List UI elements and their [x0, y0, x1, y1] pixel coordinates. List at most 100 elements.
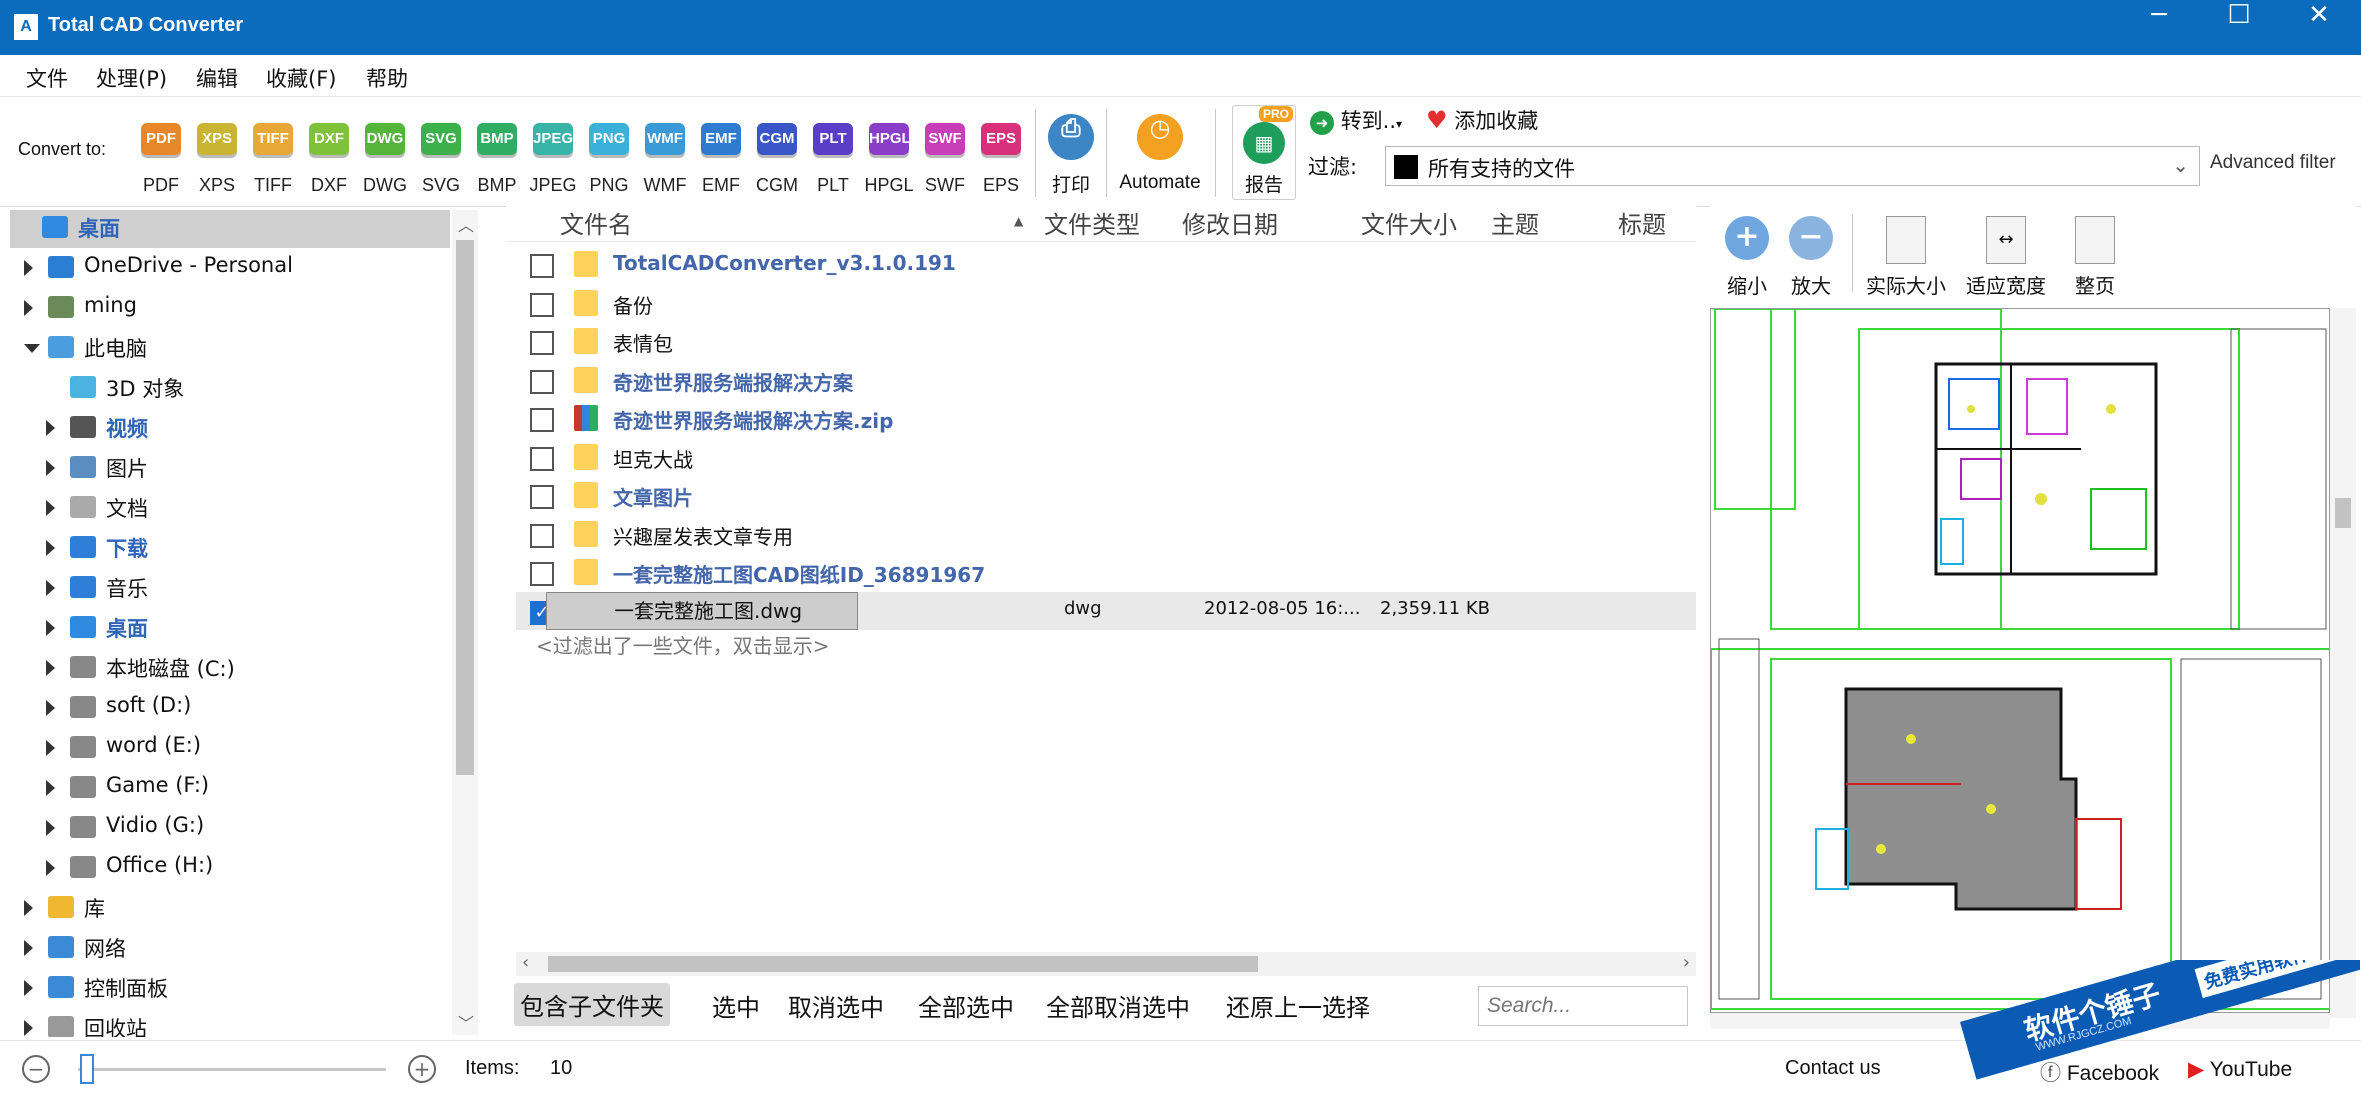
- convert-pdf-button[interactable]: PDF PDF: [135, 123, 187, 196]
- close-button[interactable]: ✕: [2280, 0, 2358, 55]
- tree-item[interactable]: 图片: [10, 450, 450, 488]
- deselect-all-button[interactable]: 全部取消选中: [1046, 988, 1190, 1023]
- convert-dwg-button[interactable]: DWG DWG: [359, 123, 411, 196]
- column-type[interactable]: 文件类型: [1044, 205, 1140, 240]
- file-row[interactable]: 奇迹世界服务端报解决方案.zip: [516, 399, 1696, 437]
- row-checkbox[interactable]: [530, 408, 554, 432]
- chevron-right-icon[interactable]: [24, 900, 33, 916]
- print-button[interactable]: ⎙ 打印: [1040, 114, 1102, 197]
- tree-item[interactable]: 库: [10, 890, 450, 928]
- tree-item[interactable]: 网络: [10, 930, 450, 968]
- whole-page-button[interactable]: 整页: [2060, 210, 2130, 299]
- menu-edit[interactable]: 编辑: [196, 63, 238, 93]
- row-checkbox[interactable]: [530, 523, 554, 548]
- goto-button[interactable]: ➜ 转到..▾: [1310, 105, 1402, 135]
- report-button[interactable]: PRO ▦ 报告: [1232, 105, 1296, 200]
- tree-item[interactable]: 下载: [10, 530, 450, 568]
- search-input[interactable]: Search...: [1478, 986, 1688, 1026]
- chevron-right-icon[interactable]: [46, 860, 55, 876]
- tree-item[interactable]: 桌面: [10, 610, 450, 648]
- tree-item[interactable]: Office (H:): [10, 850, 450, 888]
- file-row[interactable]: 坦克大战: [516, 438, 1696, 476]
- file-row[interactable]: 一套完整施工图CAD图纸ID_36891967: [516, 553, 1696, 591]
- tree-item[interactable]: ming: [10, 290, 450, 328]
- chevron-right-icon[interactable]: [46, 820, 55, 836]
- scroll-left-icon[interactable]: ‹: [522, 952, 529, 973]
- tree-item[interactable]: word (E:): [10, 730, 450, 768]
- zoom-minus-icon[interactable]: −: [22, 1055, 50, 1083]
- select-all-button[interactable]: 全部选中: [918, 988, 1014, 1023]
- select-button[interactable]: 选中: [712, 988, 760, 1023]
- convert-eps-button[interactable]: EPS EPS: [975, 123, 1027, 196]
- chevron-right-icon[interactable]: [46, 620, 55, 636]
- chevron-right-icon[interactable]: [46, 740, 55, 756]
- row-checkbox[interactable]: [530, 292, 554, 317]
- filter-dropdown[interactable]: 所有支持的文件 ⌄: [1385, 146, 2200, 186]
- file-row[interactable]: TotalCADConverter_v3.1.0.191: [516, 245, 1696, 283]
- convert-svg-button[interactable]: SVG SVG: [415, 123, 467, 196]
- convert-png-button[interactable]: PNG PNG: [583, 123, 635, 196]
- convert-dxf-button[interactable]: DXF DXF: [303, 123, 355, 196]
- advanced-filter-link[interactable]: Advanced filter: [2210, 152, 2336, 174]
- tree-item[interactable]: 本地磁盘 (C:): [10, 650, 450, 688]
- tree-item[interactable]: Game (F:): [10, 770, 450, 808]
- convert-hpgl-button[interactable]: HPGL HPGL: [863, 123, 915, 196]
- preview-vscrollbar[interactable]: [2330, 308, 2356, 1018]
- convert-xps-button[interactable]: XPS XPS: [191, 123, 243, 196]
- scroll-down-icon[interactable]: ﹀: [458, 1010, 474, 1034]
- chevron-right-icon[interactable]: [46, 500, 55, 516]
- tree-scrollbar[interactable]: ︿ ﹀: [452, 210, 478, 1035]
- row-checkbox[interactable]: [530, 446, 554, 471]
- chevron-right-icon[interactable]: [46, 660, 55, 676]
- cad-drawing-preview[interactable]: [1710, 308, 2330, 1013]
- convert-bmp-button[interactable]: BMP BMP: [471, 123, 523, 196]
- tree-item[interactable]: Vidio (G:): [10, 810, 450, 848]
- chevron-right-icon[interactable]: [24, 940, 33, 956]
- tree-item[interactable]: 文档: [10, 490, 450, 528]
- chevron-right-icon[interactable]: [24, 300, 33, 316]
- tree-item[interactable]: 此电脑: [10, 330, 450, 368]
- tree-item[interactable]: 音乐: [10, 570, 450, 608]
- include-subfolders-button[interactable]: 包含子文件夹: [514, 983, 670, 1026]
- convert-cgm-button[interactable]: CGM CGM: [751, 123, 803, 196]
- chevron-right-icon[interactable]: [24, 1020, 33, 1036]
- menu-file[interactable]: 文件: [26, 63, 68, 93]
- chevron-right-icon[interactable]: [46, 700, 55, 716]
- zoom-plus-icon[interactable]: +: [408, 1055, 436, 1083]
- restore-selection-button[interactable]: 还原上一选择: [1226, 988, 1370, 1023]
- chevron-right-icon[interactable]: [46, 540, 55, 556]
- file-row[interactable]: 奇迹世界服务端报解决方案: [516, 361, 1696, 399]
- tree-item[interactable]: 3D 对象: [10, 370, 450, 408]
- fit-width-button[interactable]: ↔ 适应宽度: [1960, 210, 2052, 299]
- tree-item[interactable]: 控制面板: [10, 970, 450, 1008]
- maximize-button[interactable]: ☐: [2200, 0, 2278, 55]
- file-row[interactable]: 兴趣屋发表文章专用: [516, 515, 1696, 553]
- column-size[interactable]: 文件大小: [1361, 205, 1457, 240]
- convert-plt-button[interactable]: PLT PLT: [807, 123, 859, 196]
- convert-jpeg-button[interactable]: JPEG JPEG: [527, 123, 579, 196]
- convert-wmf-button[interactable]: WMF WMF: [639, 123, 691, 196]
- hscroll-thumb[interactable]: [548, 956, 1258, 972]
- tree-item[interactable]: 视频: [10, 410, 450, 448]
- convert-emf-button[interactable]: EMF EMF: [695, 123, 747, 196]
- chevron-right-icon[interactable]: [46, 460, 55, 476]
- file-row[interactable]: 文章图片: [516, 476, 1696, 514]
- chevron-right-icon[interactable]: [46, 780, 55, 796]
- tree-item[interactable]: 回收站: [10, 1010, 450, 1037]
- row-checkbox[interactable]: [530, 485, 554, 509]
- column-date[interactable]: 修改日期: [1182, 205, 1278, 240]
- chevron-right-icon[interactable]: [46, 580, 55, 596]
- column-title[interactable]: 标题: [1618, 205, 1666, 240]
- chevron-right-icon[interactable]: [46, 420, 55, 436]
- contact-us-link[interactable]: Contact us: [1785, 1057, 1881, 1080]
- menu-process[interactable]: 处理(P): [96, 63, 167, 93]
- column-name[interactable]: 文件名: [560, 205, 632, 240]
- zoom-slider-thumb[interactable]: [80, 1054, 94, 1084]
- chevron-right-icon[interactable]: [24, 260, 33, 276]
- row-checkbox[interactable]: [530, 254, 554, 278]
- file-row[interactable]: 表情包: [516, 322, 1696, 360]
- chevron-down-icon[interactable]: [24, 344, 40, 353]
- minimize-button[interactable]: ─: [2120, 0, 2198, 55]
- row-checkbox[interactable]: [530, 562, 554, 586]
- tree-scroll-thumb[interactable]: [456, 240, 474, 775]
